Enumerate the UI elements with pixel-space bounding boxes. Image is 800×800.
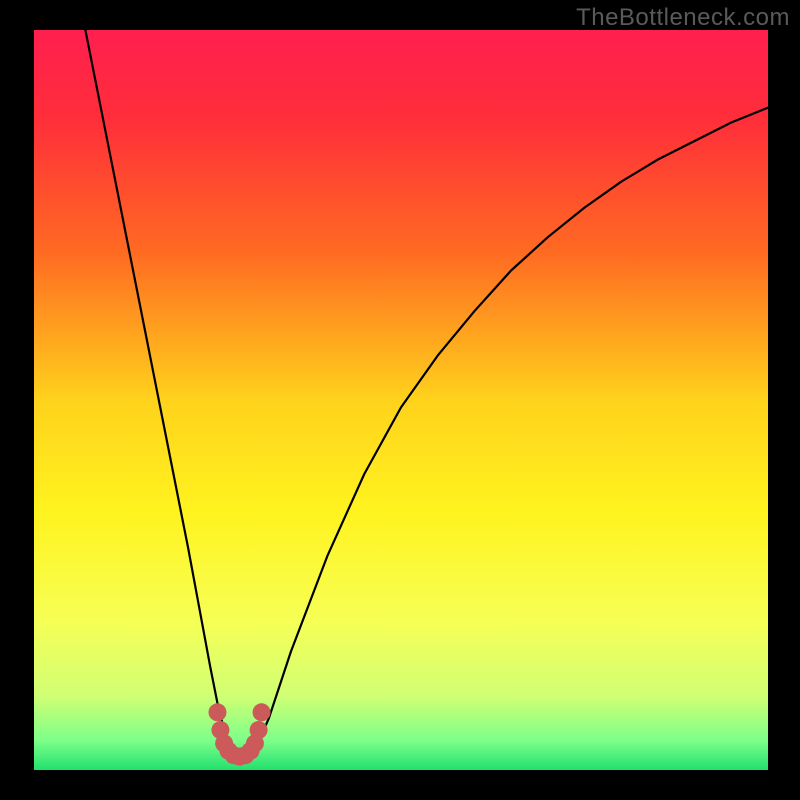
highlight-marker — [209, 703, 227, 721]
gradient-background — [34, 30, 768, 770]
bottleneck-chart — [34, 30, 768, 770]
chart-svg — [34, 30, 768, 770]
watermark-text: TheBottleneck.com — [576, 4, 790, 32]
highlight-marker — [250, 721, 268, 739]
highlight-marker — [253, 703, 271, 721]
